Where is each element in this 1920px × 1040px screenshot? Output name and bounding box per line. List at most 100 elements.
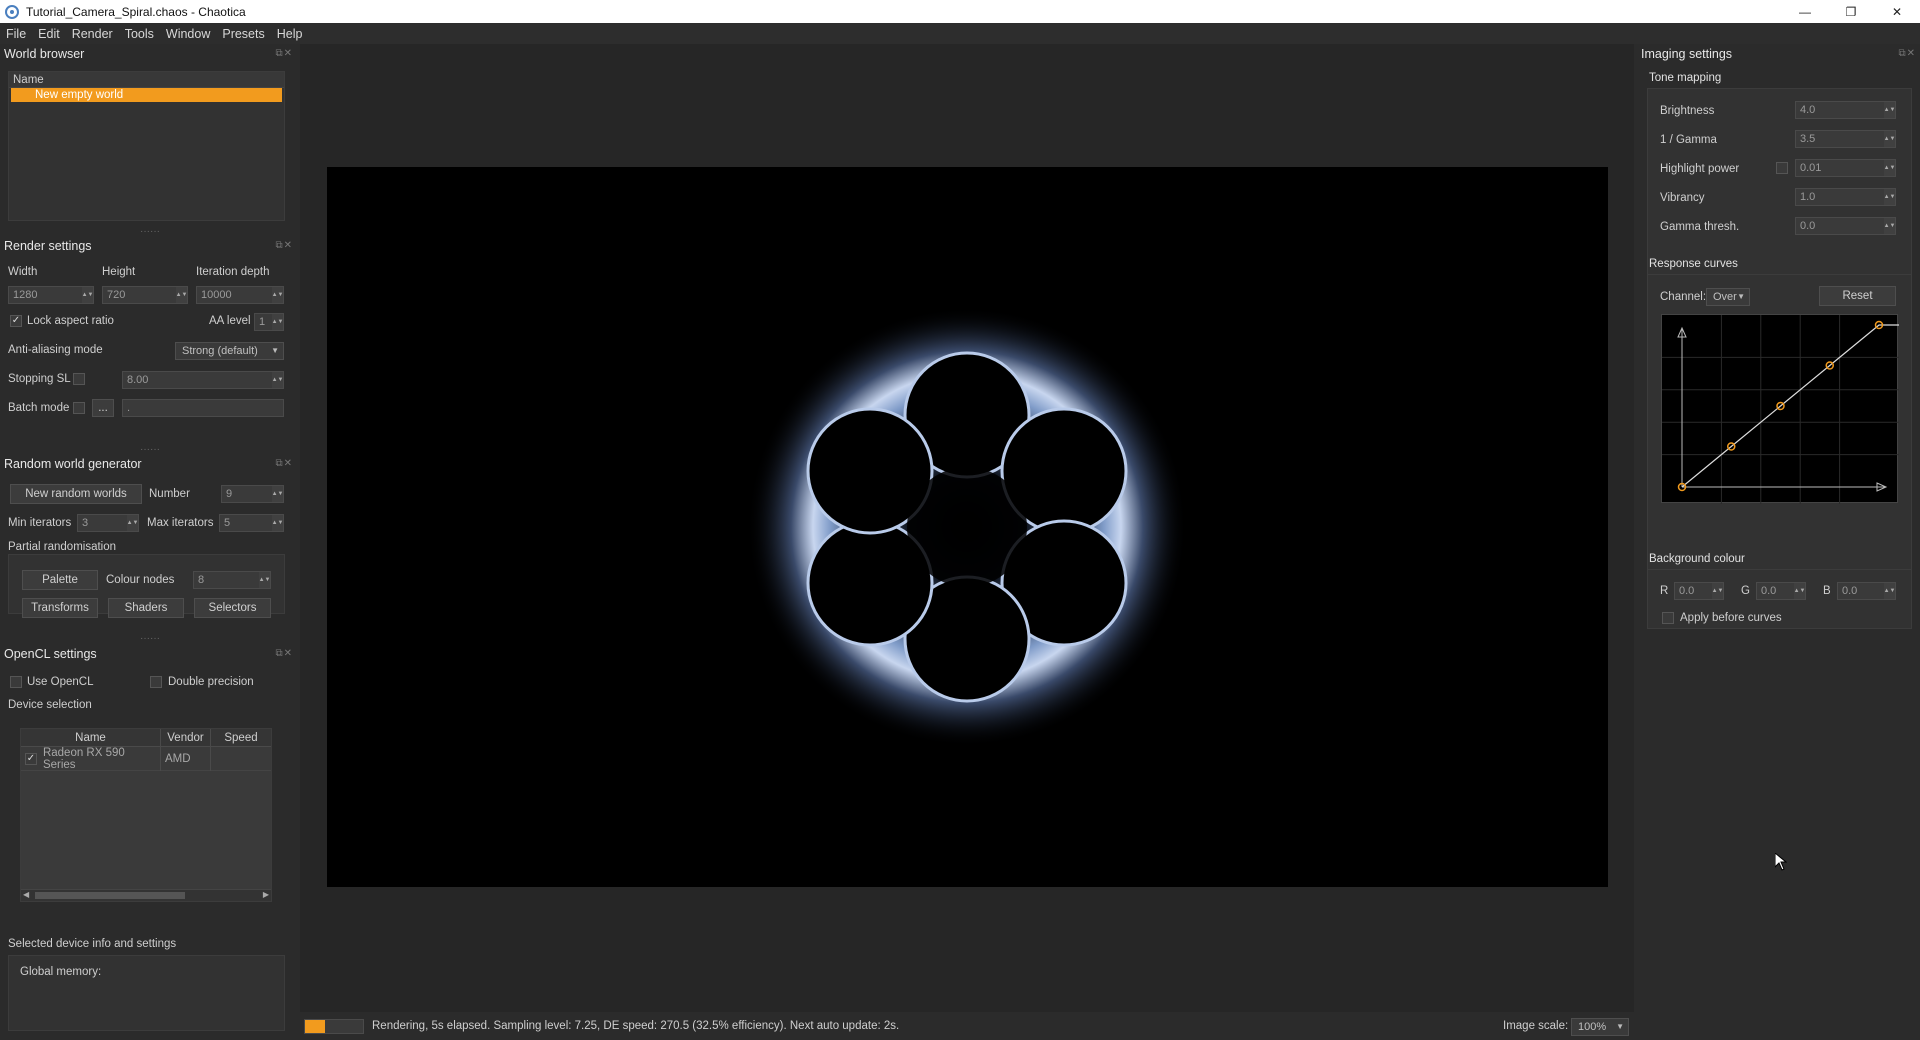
scroll-right-icon[interactable]: ▶ [263, 890, 269, 899]
dock-float-close-icons[interactable]: ⧉✕ [275, 648, 293, 659]
transforms-button[interactable]: Transforms [22, 598, 98, 618]
spin-arrows-icon[interactable]: ▲▼ [1884, 218, 1895, 234]
lock-aspect-label: Lock aspect ratio [27, 315, 114, 327]
column-speed[interactable]: Speed [211, 729, 271, 746]
spin-arrows-icon[interactable]: ▲▼ [82, 287, 93, 303]
stopping-sl-input[interactable]: 8.00 ▲▼ [122, 371, 284, 389]
apply-before-curves-checkbox[interactable] [1662, 612, 1674, 624]
render-canvas[interactable] [327, 167, 1608, 887]
spin-arrows-icon[interactable]: ▲▼ [1794, 583, 1805, 599]
column-name[interactable]: Name [21, 729, 161, 746]
spin-arrows-icon[interactable]: ▲▼ [1884, 131, 1895, 147]
menu-tools[interactable]: Tools [119, 27, 160, 41]
maximize-button[interactable]: ❐ [1828, 0, 1874, 23]
stopping-sl-checkbox[interactable] [73, 373, 85, 385]
device-checkbox[interactable]: ✓ [25, 752, 37, 765]
spin-arrows-icon[interactable]: ▲▼ [1884, 160, 1895, 176]
fractal-render-image [747, 307, 1187, 747]
g-input[interactable]: 0.0 ▲▼ [1756, 582, 1806, 600]
tone-mapping-label: Tone mapping [1649, 72, 1722, 84]
spin-arrows-icon[interactable]: ▲▼ [272, 314, 283, 330]
number-input[interactable]: 9 ▲▼ [221, 485, 284, 503]
use-opencl-checkbox[interactable] [10, 676, 22, 688]
spin-arrows-icon[interactable]: ▲▼ [1712, 583, 1723, 599]
new-random-worlds-button[interactable]: New random worlds [10, 484, 142, 504]
app-icon [4, 4, 20, 20]
batch-browse-button[interactable]: ... [92, 399, 114, 417]
dock-splitter-left[interactable] [297, 535, 300, 547]
render-settings-title: Render settings ⧉✕ [4, 239, 293, 253]
curve-editor[interactable] [1661, 314, 1899, 504]
menu-render[interactable]: Render [66, 27, 119, 41]
status-message: Rendering, 5s elapsed. Sampling level: 7… [372, 1020, 900, 1032]
min-iterators-input[interactable]: 3 ▲▼ [77, 514, 139, 532]
spin-arrows-icon[interactable]: ▲▼ [272, 287, 283, 303]
spin-arrows-icon[interactable]: ▲▼ [272, 372, 283, 388]
world-list-item[interactable]: New empty world [11, 88, 282, 102]
scroll-thumb[interactable] [35, 892, 185, 899]
chevron-down-icon: ▼ [271, 346, 279, 355]
spin-arrows-icon[interactable]: ▲▼ [127, 515, 138, 531]
highlight-power-label: Highlight power [1660, 163, 1740, 175]
device-table: Name Vendor Speed ✓ Radeon RX 590 Series… [20, 728, 272, 902]
horizontal-scrollbar[interactable]: ◀ ▶ [21, 889, 271, 901]
max-iterators-input[interactable]: 5 ▲▼ [219, 514, 284, 532]
window-title: Tutorial_Camera_Spiral.chaos - Chaotica [26, 4, 246, 19]
close-button[interactable]: ✕ [1874, 0, 1920, 23]
dock-float-close-icons[interactable]: ⧉✕ [275, 48, 293, 59]
column-vendor[interactable]: Vendor [161, 729, 211, 746]
menu-help[interactable]: Help [271, 27, 309, 41]
b-input[interactable]: 0.0 ▲▼ [1837, 582, 1896, 600]
spin-arrows-icon[interactable]: ▲▼ [1884, 189, 1895, 205]
spin-arrows-icon[interactable]: ▲▼ [272, 486, 283, 502]
spin-arrows-icon[interactable]: ▲▼ [272, 515, 283, 531]
selectors-button[interactable]: Selectors [194, 598, 271, 618]
reset-button[interactable]: Reset [1819, 286, 1896, 306]
gamma-input[interactable]: 3.5 ▲▼ [1795, 130, 1896, 148]
iteration-depth-input[interactable]: 10000 ▲▼ [196, 286, 284, 304]
double-precision-checkbox[interactable] [150, 676, 162, 688]
curve-graph[interactable] [1662, 315, 1899, 504]
gamma-thresh-input[interactable]: 0.0 ▲▼ [1795, 217, 1896, 235]
menu-window[interactable]: Window [160, 27, 216, 41]
r-label: R [1660, 585, 1669, 597]
vibrancy-input[interactable]: 1.0 ▲▼ [1795, 188, 1896, 206]
height-input[interactable]: 720 ▲▼ [102, 286, 188, 304]
spin-arrows-icon[interactable]: ▲▼ [176, 287, 187, 303]
menu-presets[interactable]: Presets [216, 27, 270, 41]
highlight-power-checkbox[interactable] [1776, 162, 1788, 174]
palette-button[interactable]: Palette [22, 570, 98, 590]
width-input[interactable]: 1280 ▲▼ [8, 286, 94, 304]
spin-arrows-icon[interactable]: ▲▼ [1884, 102, 1895, 118]
highlight-power-input[interactable]: 0.01 ▲▼ [1795, 159, 1896, 177]
minimize-button[interactable]: — [1782, 0, 1828, 23]
batch-mode-checkbox[interactable] [73, 402, 85, 414]
device-info-box: Global memory: [8, 955, 285, 1031]
render-view [300, 44, 1634, 1012]
scroll-left-icon[interactable]: ◀ [23, 890, 29, 899]
r-input[interactable]: 0.0 ▲▼ [1674, 582, 1724, 600]
spin-arrows-icon[interactable]: ▲▼ [259, 572, 270, 588]
colour-nodes-input[interactable]: 8 ▲▼ [193, 571, 271, 589]
image-scale-select[interactable]: 100% ▼ [1571, 1018, 1629, 1036]
brightness-input[interactable]: 4.0 ▲▼ [1795, 101, 1896, 119]
table-row[interactable]: ✓ Radeon RX 590 Series AMD [21, 746, 271, 771]
dock-float-close-icons[interactable]: ⧉✕ [275, 240, 293, 251]
shaders-button[interactable]: Shaders [108, 598, 184, 618]
splitter-handle[interactable]: ······ [140, 633, 160, 644]
menu-file[interactable]: File [0, 27, 32, 41]
response-curves-label: Response curves [1649, 258, 1738, 270]
iteration-depth-label: Iteration depth [196, 266, 270, 278]
world-browser-title: World browser ⧉✕ [4, 47, 293, 61]
lock-aspect-checkbox[interactable]: ✓ [10, 315, 22, 327]
aa-mode-select[interactable]: Strong (default) ▼ [175, 342, 284, 360]
dock-float-close-icons[interactable]: ⧉✕ [275, 458, 293, 469]
menu-edit[interactable]: Edit [32, 27, 66, 41]
dock-float-close-icons[interactable]: ⧉✕ [1898, 48, 1916, 59]
spin-arrows-icon[interactable]: ▲▼ [1884, 583, 1895, 599]
height-label: Height [102, 266, 136, 278]
image-scale-label: Image scale: [1503, 1020, 1569, 1032]
aa-level-input[interactable]: 1 ▲▼ [254, 313, 284, 331]
batch-path-input[interactable]: . [122, 399, 284, 417]
channel-select[interactable]: Over ▼ [1706, 288, 1750, 306]
